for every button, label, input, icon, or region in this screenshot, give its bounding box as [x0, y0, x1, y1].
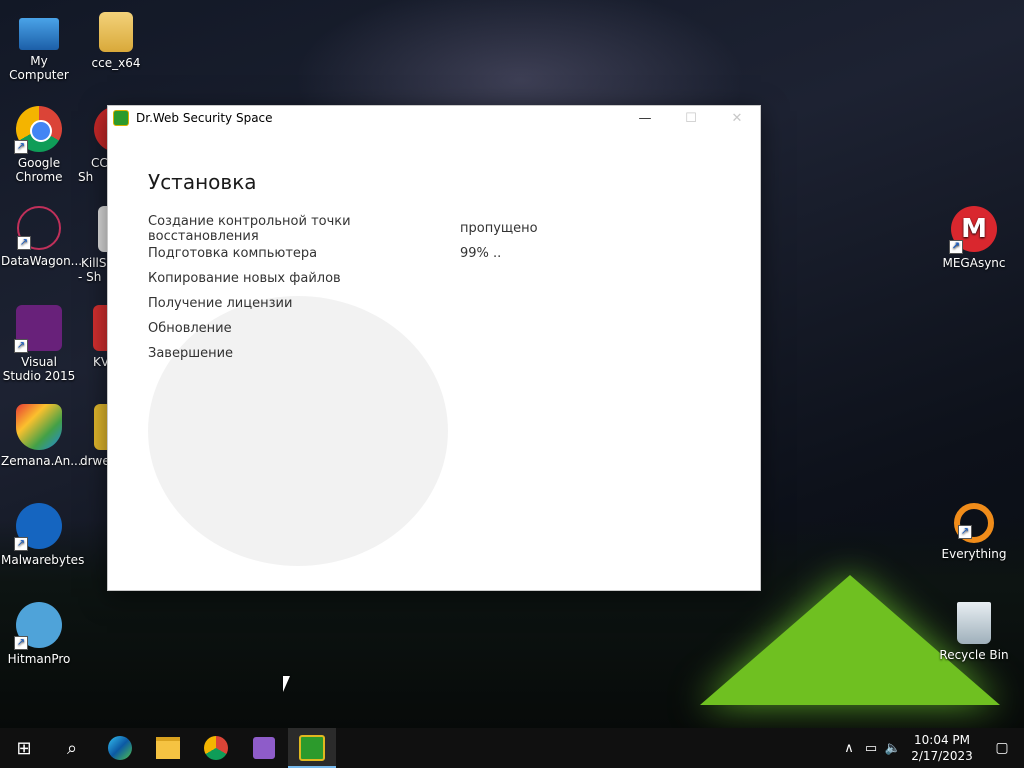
desktop-icon-label: DataWagon... [1, 254, 83, 268]
tray-chevron-icon[interactable]: ∧ [838, 741, 860, 756]
desktop-icon-cce-x64[interactable]: cce_x64 [78, 12, 154, 70]
hitmanpro-icon: ↗ [14, 602, 62, 650]
visual-studio-icon [253, 737, 275, 759]
network-icon[interactable]: ▭ [860, 741, 882, 756]
desktop-icon-datawagon[interactable]: ↗ DataWagon... [1, 206, 82, 268]
desktop-icon-hitmanpro[interactable]: ↗ HitmanPro [1, 602, 77, 666]
desktop-icon-everything[interactable]: ↗ Everything [936, 503, 1012, 561]
desktop-icon-label: KillSw - Sh [78, 256, 108, 284]
window-title: Dr.Web Security Space [136, 111, 273, 125]
taskbar-clock[interactable]: 10:04 PM 2/17/2023 [904, 732, 980, 764]
system-tray: ∧ ▭ 🔈 10:04 PM 2/17/2023 ▢ [838, 728, 1024, 768]
search-button[interactable]: ⌕ [48, 728, 96, 768]
shortcut-arrow-icon: ↗ [949, 240, 963, 254]
kv-icon [93, 305, 108, 351]
taskbar: ⊞ ⌕ ∧ ▭ 🔈 10:04 PM 2/17/2023 ▢ [0, 728, 1024, 768]
file-explorer-icon [156, 737, 180, 759]
desktop-icon-kv[interactable]: KV [78, 305, 108, 369]
chrome-icon [204, 736, 228, 760]
install-step: Создание контрольной точки восстановлени… [148, 213, 720, 244]
shortcut-arrow-icon: ↗ [14, 537, 28, 551]
minimize-button[interactable]: — [622, 106, 668, 130]
step-label: Подготовка компьютера [148, 246, 318, 261]
drweb-icon [113, 110, 129, 126]
taskbar-visual-studio-button[interactable] [240, 728, 288, 768]
ccleaner-icon [94, 106, 108, 152]
desktop-icon-drweb[interactable]: drwe [78, 404, 108, 468]
shortcut-arrow-icon: ↗ [958, 525, 972, 539]
computer-icon [19, 18, 59, 50]
desktop-icon-visual-studio[interactable]: ↗ Visual Studio 2015 [1, 305, 77, 383]
desktop-icon-label: cce_x64 [91, 56, 141, 70]
desktop-icon-label: MEGAsync [942, 256, 1006, 270]
drweb-icon [94, 404, 108, 450]
desktop-icon-label: Everything [941, 547, 1007, 561]
clock-time: 10:04 PM [914, 733, 970, 747]
recycle-bin-icon [957, 602, 991, 644]
mouse-cursor-icon [283, 676, 290, 692]
desktop-icon-label: My Computer [9, 54, 69, 82]
drweb-watermark-icon [148, 296, 448, 566]
desktop-icon-label: Recycle Bin [939, 648, 1009, 662]
chrome-icon: ↗ [14, 106, 62, 154]
datawagon-icon: ↗ [17, 206, 61, 250]
desktop-icon-label: KV [93, 355, 108, 369]
zemana-icon [16, 404, 62, 450]
clock-date: 2/17/2023 [911, 749, 973, 763]
start-button[interactable]: ⊞ [0, 728, 48, 768]
desktop-icon-killswitch[interactable]: KillSw - Sh [78, 206, 108, 284]
desktop-icon-recycle-bin[interactable]: Recycle Bin [936, 602, 1012, 662]
edge-icon [108, 736, 132, 760]
step-status: пропущено [460, 221, 538, 236]
notifications-button[interactable]: ▢ [980, 740, 1024, 756]
taskbar-edge-button[interactable] [96, 728, 144, 768]
desktop-icon-label: Zemana.An... [1, 454, 82, 468]
close-button: ✕ [731, 110, 743, 126]
desktop-icon-zemana[interactable]: Zemana.An... [1, 404, 82, 468]
shortcut-arrow-icon: ↗ [17, 236, 31, 250]
taskbar-chrome-button[interactable] [192, 728, 240, 768]
folder-icon [99, 12, 133, 52]
taskbar-file-explorer-button[interactable] [144, 728, 192, 768]
shortcut-arrow-icon: ↗ [14, 140, 28, 154]
window-titlebar[interactable]: Dr.Web Security Space — ☐ ✕ [108, 106, 760, 130]
step-label: Создание контрольной точки восстановлени… [148, 213, 351, 244]
install-step: Подготовка компьютера 99% .. [148, 241, 720, 266]
install-step: Копирование новых файлов [148, 266, 720, 291]
page-title: Установка [148, 170, 257, 194]
volume-icon[interactable]: 🔈 [882, 741, 904, 756]
desktop-icon-label: Google Chrome [15, 156, 63, 184]
shortcut-arrow-icon: ↗ [14, 636, 28, 650]
visual-studio-icon: ↗ [14, 305, 62, 353]
desktop-icon-label: drwe [80, 454, 108, 468]
desktop-icon-megasync[interactable]: M ↗ MEGAsync [936, 206, 1012, 270]
desktop-icon-ccleaner[interactable]: CC Sh [78, 106, 108, 184]
desktop-icon-google-chrome[interactable]: ↗ Google Chrome [1, 106, 77, 184]
everything-icon: ↗ [954, 503, 994, 543]
maximize-button: ☐ [685, 110, 697, 126]
shortcut-arrow-icon: ↗ [14, 339, 28, 353]
desktop-icon-malwarebytes[interactable]: ↗ Malwarebytes [1, 503, 84, 567]
step-label: Копирование новых файлов [148, 271, 341, 286]
desktop-icon-label: HitmanPro [7, 652, 71, 666]
desktop-icon-label: CC Sh [78, 156, 108, 184]
taskbar-drweb-button[interactable] [288, 728, 336, 768]
desktop-icon-my-computer[interactable]: My Computer [1, 12, 77, 82]
desktop-icon-label: Visual Studio 2015 [2, 355, 76, 383]
installer-window: Dr.Web Security Space — ☐ ✕ Установка Со… [107, 105, 761, 591]
malwarebytes-icon: ↗ [14, 503, 62, 551]
mega-icon: M ↗ [949, 206, 997, 254]
drweb-icon [299, 735, 325, 761]
step-status: 99% .. [460, 246, 502, 261]
desktop-icon-label: Malwarebytes [1, 553, 85, 567]
